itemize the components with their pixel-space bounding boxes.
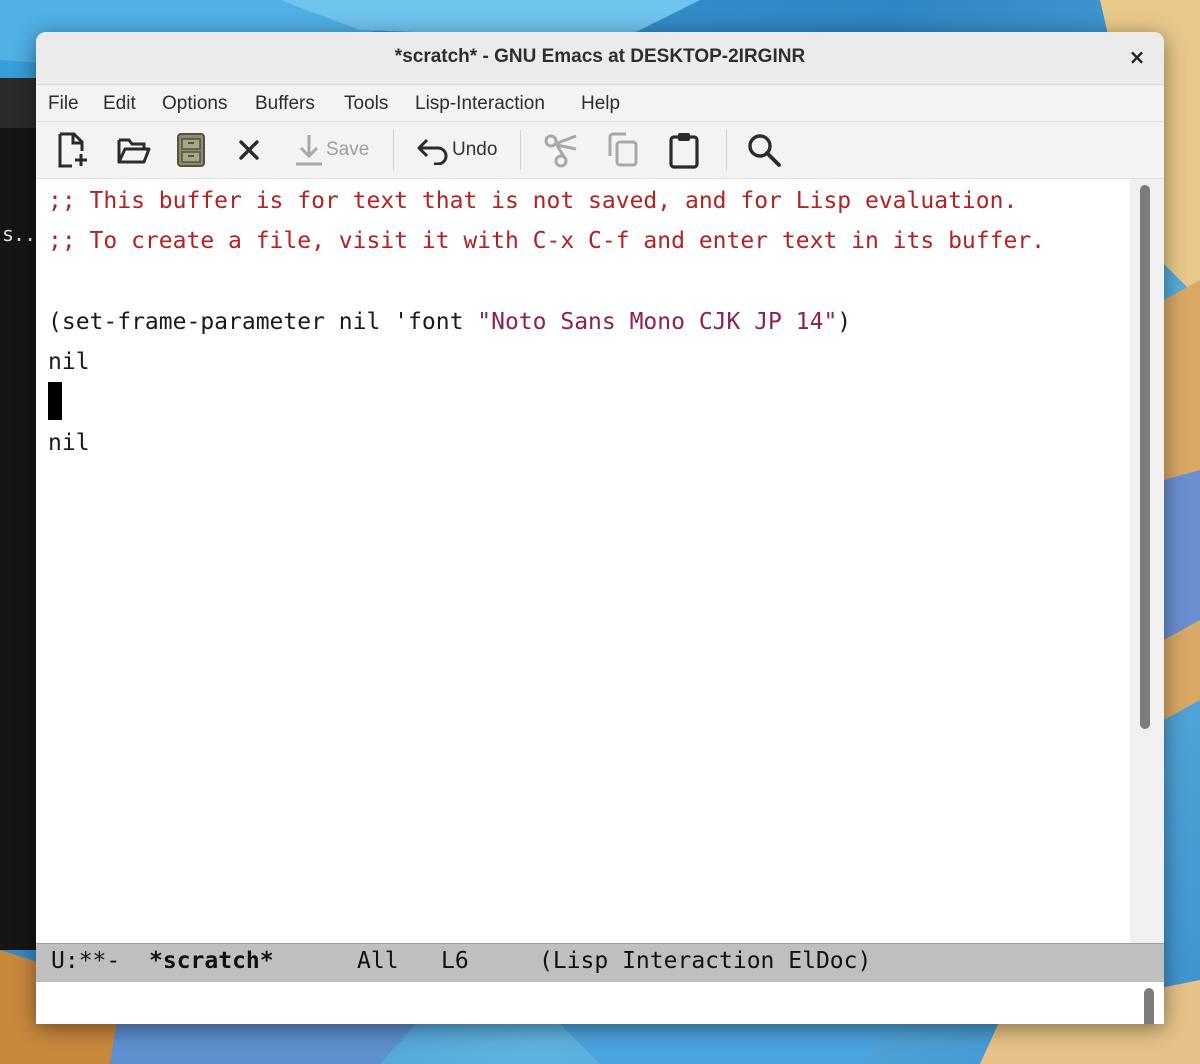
tool-bar: Save Undo (36, 122, 1164, 179)
window-titlebar[interactable]: *scratch* - GNU Emacs at DESKTOP-2IRGINR… (36, 32, 1164, 85)
undo-icon (417, 138, 448, 165)
open-file-button[interactable] (116, 130, 152, 170)
window-title: *scratch* - GNU Emacs at DESKTOP-2IRGINR (394, 46, 806, 67)
comment-line: ;; To create a file, visit it with C-x C… (48, 228, 1045, 254)
menu-lisp-interaction[interactable]: Lisp-Interaction (415, 93, 545, 115)
menu-tools[interactable]: Tools (344, 93, 388, 115)
new-file-button[interactable] (56, 130, 90, 170)
save-button[interactable]: Save (294, 130, 369, 170)
toolbar-separator (726, 130, 727, 170)
close-buffer-icon (239, 140, 259, 160)
mode-line[interactable]: U:**- *scratch* All L6 (Lisp Interaction… (36, 943, 1164, 983)
save-icon (296, 135, 322, 166)
dired-cabinet-icon (177, 133, 205, 167)
modeline-buffer-name[interactable]: *scratch* (149, 948, 274, 974)
scratch-buffer[interactable]: ;; This buffer is for text that is not s… (36, 179, 1130, 941)
search-button[interactable] (746, 130, 782, 170)
menu-edit[interactable]: Edit (103, 93, 136, 115)
background-terminal[interactable]: s.. (0, 78, 40, 950)
menu-help[interactable]: Help (581, 93, 620, 115)
text-cursor (48, 382, 62, 420)
modeline-status: U:**- (51, 948, 121, 974)
terminal-text: s.. (2, 222, 36, 246)
result-line: nil (48, 430, 90, 456)
copy-button[interactable] (606, 130, 640, 170)
vertical-scrollbar[interactable] (1130, 179, 1164, 943)
toolbar-separator (393, 130, 394, 170)
scrollbar-thumb[interactable] (1140, 185, 1150, 729)
minibuffer-scrollbar-thumb[interactable] (1144, 988, 1154, 1024)
dired-button[interactable] (176, 130, 206, 170)
undo-button[interactable]: Undo (416, 130, 497, 170)
cut-icon (544, 134, 577, 168)
terminal-titlebar (0, 78, 40, 128)
new-file-icon (58, 132, 87, 168)
open-folder-icon (117, 138, 151, 164)
modeline-modes[interactable]: (Lisp Interaction ElDoc) (539, 948, 871, 974)
code-line: (set-frame-parameter nil 'font "Noto San… (48, 302, 851, 342)
copy-icon (608, 132, 638, 167)
close-icon[interactable]: × (1124, 44, 1150, 70)
save-label: Save (326, 139, 370, 160)
search-icon (748, 134, 781, 167)
comment-line: ;; This buffer is for text that is not s… (48, 188, 1018, 214)
code-suffix: ) (837, 309, 852, 335)
paste-button[interactable] (668, 130, 700, 170)
code-string: "Noto Sans Mono CJK JP 14" (477, 309, 838, 335)
menu-options[interactable]: Options (162, 93, 227, 115)
code-prefix: (set-frame-parameter nil 'font (48, 309, 478, 335)
modeline-position: All (357, 948, 399, 974)
modeline-line-number: L6 (441, 948, 469, 974)
menu-bar: File Edit Options Buffers Tools Lisp-Int… (36, 85, 1164, 122)
menu-file[interactable]: File (48, 93, 79, 115)
paste-icon (669, 133, 699, 169)
undo-label: Undo (452, 139, 498, 160)
toolbar-separator (520, 130, 521, 170)
cursor-line (48, 382, 62, 422)
close-buffer-button[interactable] (236, 130, 262, 170)
emacs-window: *scratch* - GNU Emacs at DESKTOP-2IRGINR… (36, 32, 1164, 1024)
result-line: nil (48, 349, 90, 375)
minibuffer[interactable] (36, 982, 1164, 1024)
cut-button[interactable] (544, 130, 578, 170)
menu-buffers[interactable]: Buffers (255, 93, 315, 115)
